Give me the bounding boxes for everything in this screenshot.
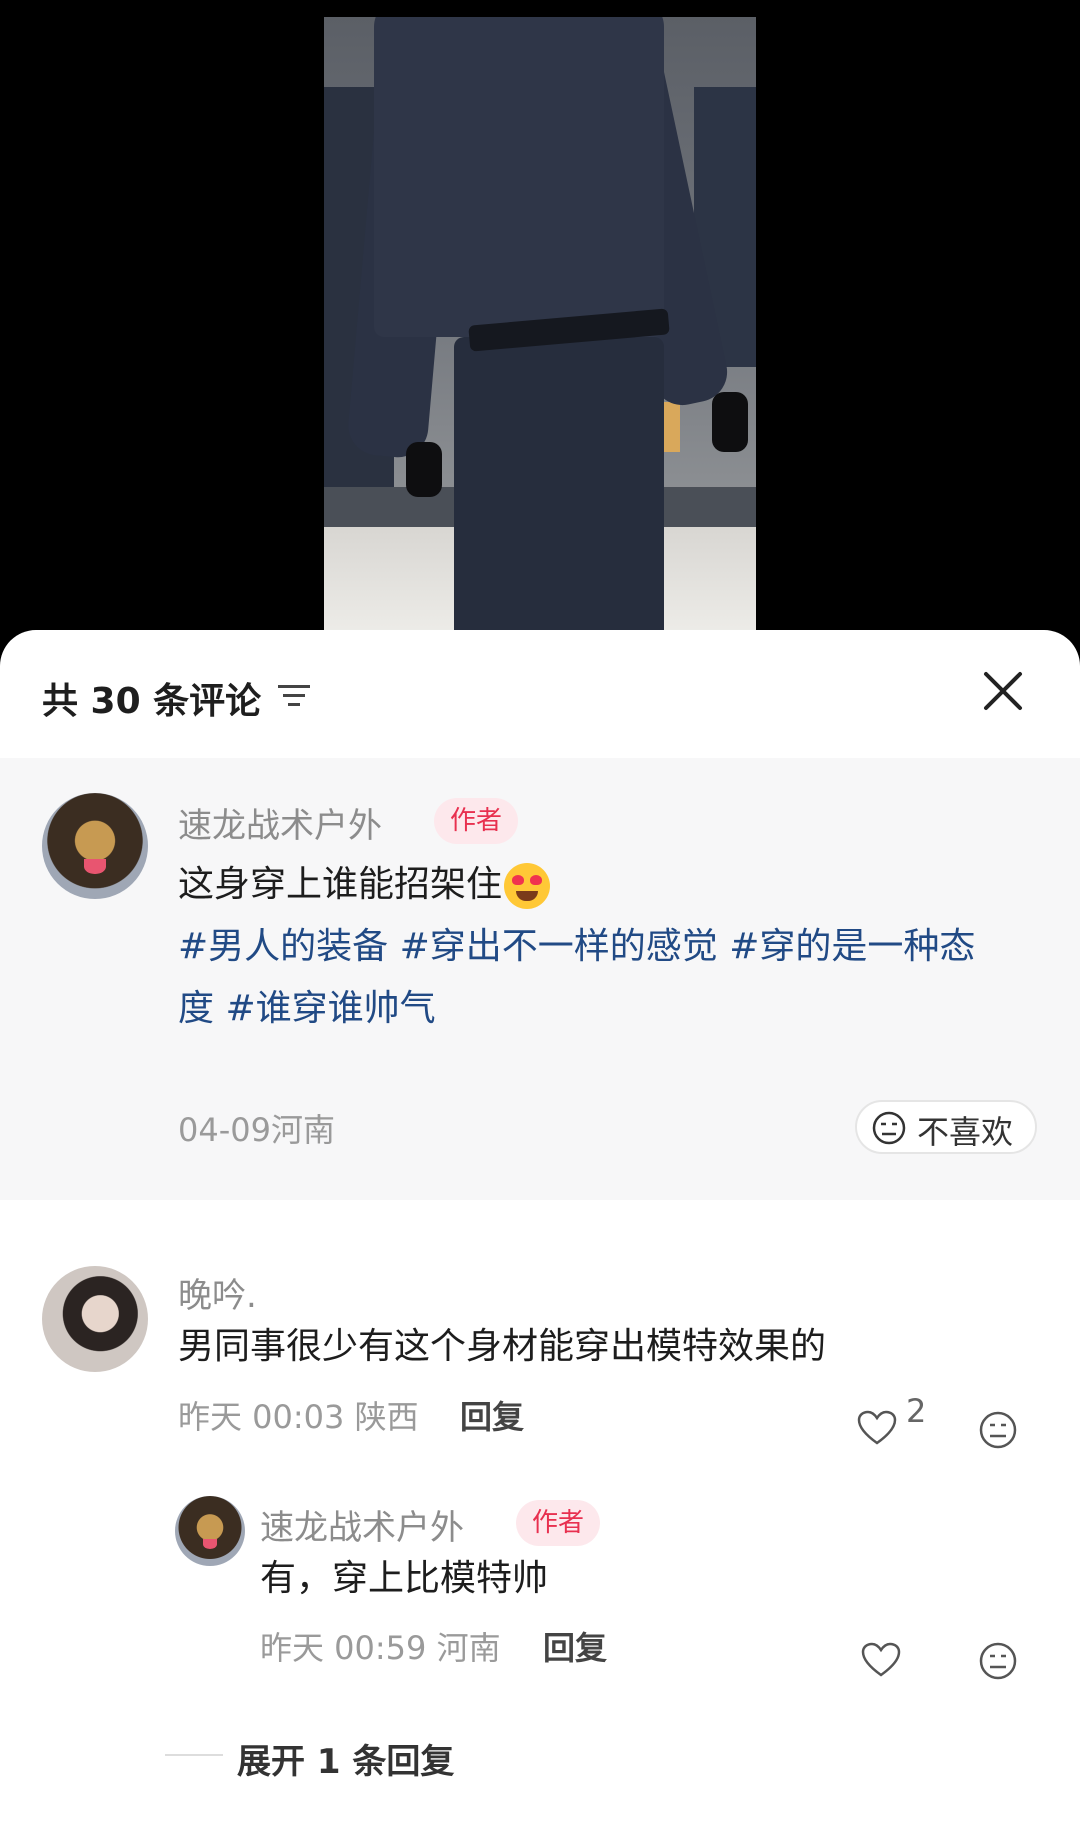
comment-body: 这身穿上谁能招架住 [178, 864, 503, 905]
avatar[interactable] [175, 1496, 245, 1566]
dislike-face-icon[interactable] [978, 1410, 1018, 1450]
comment-username[interactable]: 晚吟. [178, 1268, 257, 1317]
dislike-label: 不喜欢 [917, 1113, 1014, 1151]
mannequin-left-hand [406, 442, 442, 497]
dislike-face-icon[interactable] [978, 1641, 1018, 1681]
comment-meta: 昨天 00:03 陕西 [178, 1398, 419, 1436]
mannequin-pants [454, 337, 664, 642]
reply-button[interactable]: 回复 [460, 1392, 524, 1438]
like-count: 2 [906, 1392, 927, 1430]
mannequin-jacket [374, 17, 664, 337]
close-icon[interactable] [980, 668, 1026, 714]
sort-lines-icon[interactable] [278, 682, 310, 710]
reply-button[interactable]: 回复 [543, 1623, 607, 1669]
heart-icon[interactable] [857, 1410, 897, 1446]
comment-username[interactable]: 速龙战术户外 [260, 1500, 464, 1549]
heart-icon[interactable] [861, 1642, 901, 1678]
comment-text: 这身穿上谁能招架住 #男人的装备 #穿出不一样的感觉 #穿的是一种态 度 #谁穿… [178, 854, 1038, 1040]
dislike-face-icon [872, 1111, 906, 1145]
author-badge: 作者 [516, 1500, 601, 1546]
comment-meta: 昨天 00:59 河南 [260, 1629, 501, 1667]
author-badge: 作者 [434, 798, 519, 844]
expand-replies-button[interactable]: 展开 1 条回复 [237, 1734, 454, 1783]
comment-sheet-header: 共 30 条评论 [0, 630, 1080, 758]
comment-text: 有，穿上比模特帅 [260, 1558, 549, 1599]
heart-eyes-emoji-icon [504, 863, 551, 909]
avatar[interactable] [42, 793, 148, 899]
hashtag-line[interactable]: #男人的装备 #穿出不一样的感觉 #穿的是一种态 [178, 926, 975, 967]
comment-count-title: 共 30 条评论 [42, 681, 262, 722]
comment-text: 男同事很少有这个身材能穿出模特效果的 [178, 1326, 827, 1367]
comment-username[interactable]: 速龙战术户外 [178, 798, 382, 847]
video-player[interactable] [0, 0, 1080, 642]
hashtag-line[interactable]: 度 #谁穿谁帅气 [178, 988, 436, 1029]
comment-sheet: 共 30 条评论 速龙战术户外 作者 这身穿上谁能招架住 #男人的装备 #穿出不… [0, 630, 1080, 1840]
video-frame [324, 17, 756, 642]
comment-meta: 04-09河南 [178, 1111, 335, 1149]
dislike-button[interactable]: 不喜欢 [855, 1100, 1037, 1154]
divider [165, 1754, 223, 1756]
avatar[interactable] [42, 1266, 148, 1372]
mannequin-right-hand [712, 392, 748, 452]
